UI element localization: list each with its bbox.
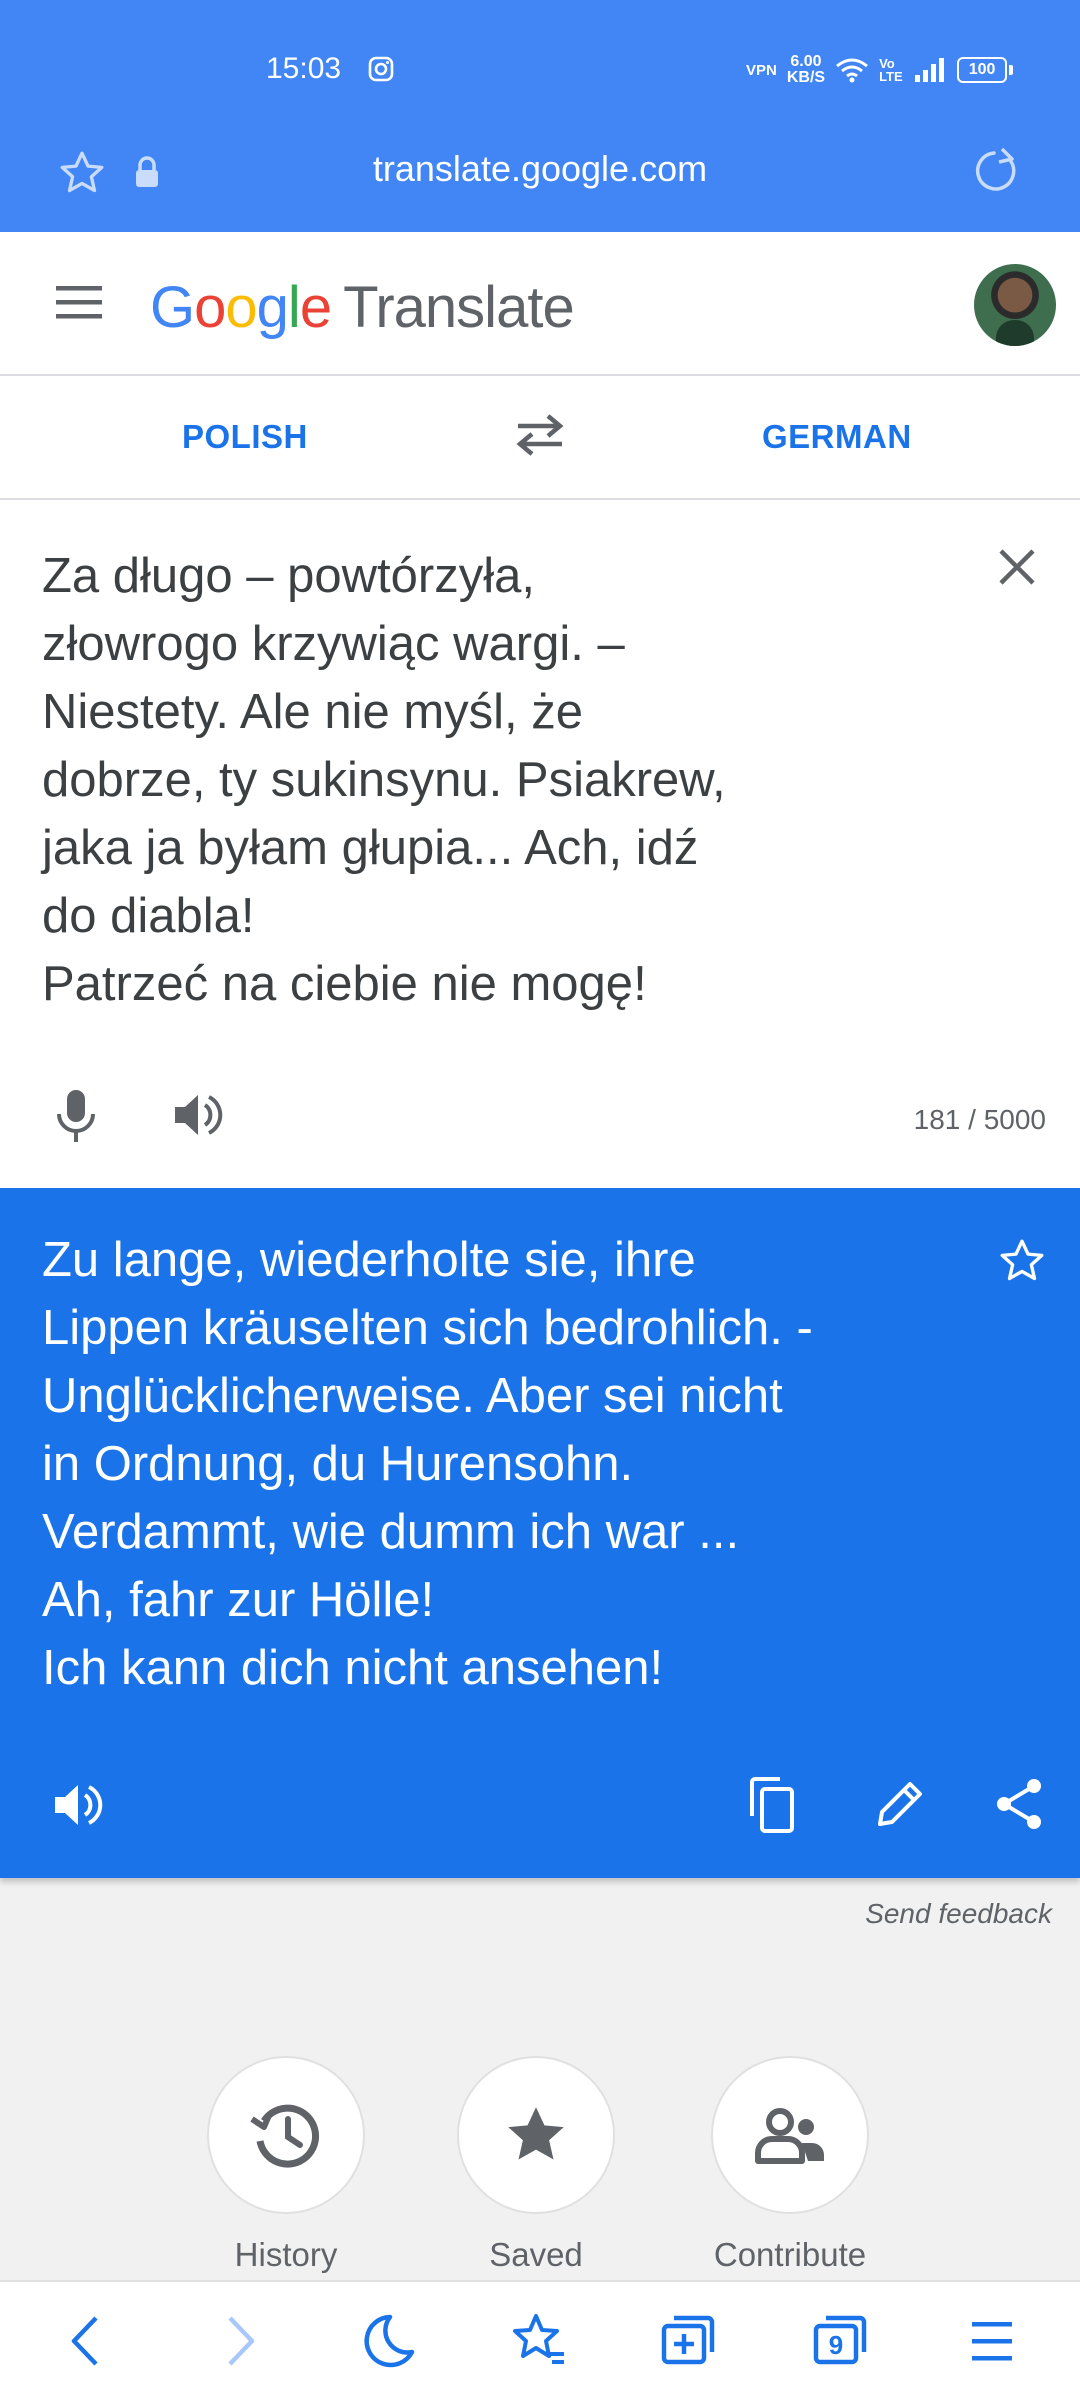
speaker-icon[interactable] (52, 1780, 104, 1830)
logo-letter: e (299, 275, 332, 340)
clear-icon[interactable] (996, 546, 1038, 588)
saved-button[interactable]: Saved (436, 2056, 636, 2274)
menu-icon[interactable] (970, 2312, 1014, 2370)
browser-bottom-nav: 9 (0, 2280, 1080, 2402)
tab-count: 9 (829, 2330, 843, 2360)
edit-pencil-icon[interactable] (872, 1776, 928, 1832)
copy-icon[interactable] (746, 1776, 798, 1834)
source-language-button[interactable]: POLISH (182, 418, 308, 456)
forward-icon[interactable] (220, 2312, 260, 2370)
history-icon (248, 2097, 324, 2173)
logo-letter: o (194, 275, 226, 340)
translation-panel: Zu lange, wiederholte sie, ihre Lippen k… (0, 1188, 1080, 1878)
volte-icon: Vo LTE (879, 56, 903, 84)
swap-languages-icon[interactable] (514, 412, 566, 456)
bookmarks-icon[interactable] (510, 2312, 568, 2370)
microphone-icon[interactable] (54, 1088, 98, 1146)
saved-label: Saved (489, 2236, 583, 2273)
source-text-input[interactable]: Za długo – powtórzyła, złowrogo krzywiąc… (42, 542, 902, 1018)
product-name: Translate (343, 275, 575, 340)
night-mode-icon[interactable] (360, 2312, 416, 2370)
instagram-notification-icon (368, 56, 394, 82)
tab-switcher-icon[interactable]: 9 (812, 2312, 868, 2370)
status-time: 15:03 (266, 52, 342, 85)
network-speed-value: 6.00 (790, 53, 822, 70)
battery-tip (1009, 65, 1014, 75)
logo-letter: o (225, 275, 257, 340)
target-language-button[interactable]: GERMAN (762, 418, 912, 456)
google-translate-logo: Google Translate (150, 274, 575, 341)
translated-text: Zu lange, wiederholte sie, ihre Lippen k… (42, 1233, 813, 1695)
history-button[interactable]: History (186, 2056, 386, 2274)
contribute-label: Contribute (713, 2236, 867, 2273)
contribute-button[interactable]: Contribute (690, 2056, 890, 2274)
network-speed: 6.00 KB/S (787, 54, 825, 86)
address-bar-url[interactable]: translate.google.com (0, 148, 1080, 190)
star-filled-icon (500, 2100, 572, 2170)
battery-level: 100 (968, 61, 996, 78)
wifi-icon (835, 57, 869, 83)
new-tab-icon[interactable] (660, 2312, 716, 2370)
network-speed-unit: KB/S (786, 69, 826, 86)
logo-letter: l (287, 275, 301, 340)
star-icon[interactable] (996, 1236, 1048, 1286)
share-icon[interactable] (994, 1776, 1046, 1832)
vpn-icon: VPN (746, 61, 777, 79)
character-count: 181 / 5000 (913, 1104, 1046, 1135)
status-icons: VPN 6.00 KB/S Vo LTE 100 (746, 54, 1014, 86)
logo-letter: g (256, 275, 289, 340)
signal-icon (913, 57, 947, 83)
people-icon (752, 2105, 828, 2165)
source-panel: Za długo – powtórzyła, złowrogo krzywiąc… (0, 500, 1080, 1188)
send-feedback-link[interactable]: Send feedback (865, 1898, 1052, 1930)
battery-icon: 100 (957, 57, 1008, 83)
history-label: History (234, 2236, 338, 2273)
reload-icon[interactable] (972, 146, 1022, 196)
browser-chrome: 15:03 VPN 6.00 KB/S Vo LTE 100 translate… (0, 0, 1080, 232)
back-icon[interactable] (66, 2312, 106, 2370)
app-header: Google Translate (0, 232, 1080, 376)
avatar[interactable] (974, 264, 1056, 346)
logo-letter: G (150, 275, 195, 340)
language-bar: POLISH GERMAN (0, 376, 1080, 500)
hamburger-menu-icon[interactable] (54, 282, 104, 322)
speaker-icon[interactable] (172, 1090, 224, 1140)
